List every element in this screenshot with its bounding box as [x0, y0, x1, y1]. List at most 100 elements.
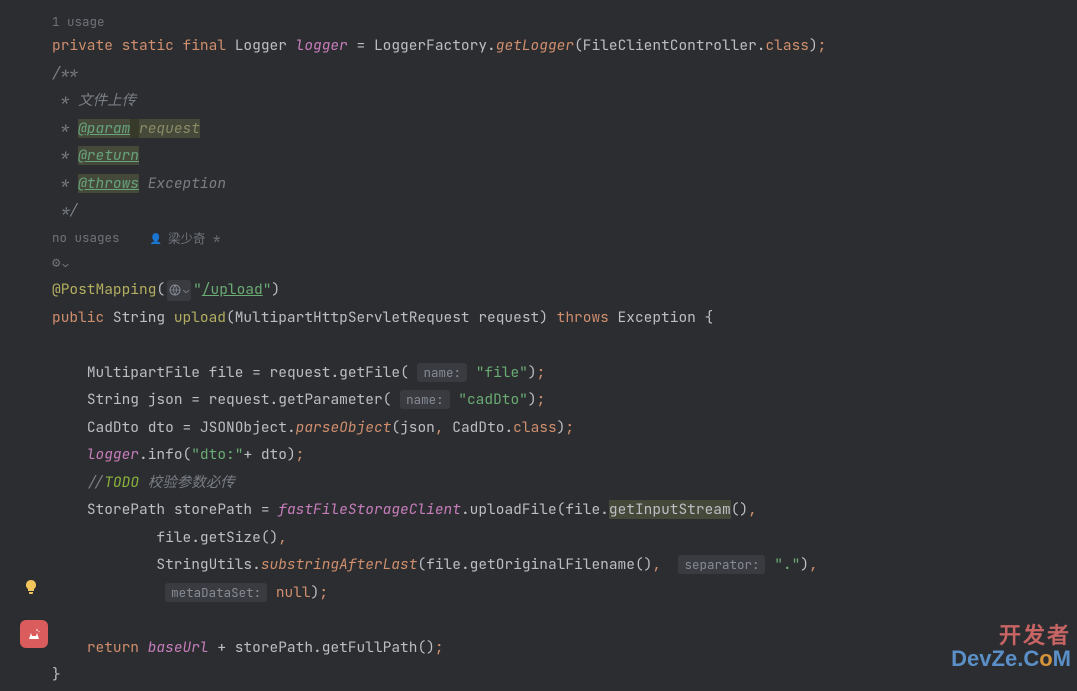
javadoc-line[interactable]: * @throws Exception — [20, 171, 1077, 199]
javadoc-tag-param: @param — [78, 119, 130, 138]
param-hint: name: — [417, 363, 467, 382]
arg: json — [400, 418, 435, 437]
method-getLogger: getLogger — [496, 36, 574, 55]
punct: , — [278, 528, 287, 547]
code-line[interactable]: return baseUrl + storePath.getFullPath()… — [20, 635, 1077, 663]
punct: ) — [539, 308, 548, 327]
punct: ( — [574, 36, 583, 55]
punct: . — [330, 363, 339, 382]
param-hint: name: — [400, 390, 450, 409]
string: "file" — [476, 363, 528, 382]
method-getInputStream: getInputStream — [609, 500, 731, 519]
code-line[interactable]: } — [20, 662, 1077, 690]
punct: () — [635, 555, 652, 574]
code-line[interactable]: StringUtils.substringAfterLast(file.getO… — [20, 552, 1077, 580]
arg: file — [565, 500, 600, 519]
punct: ) — [287, 445, 296, 464]
code-line[interactable]: StorePath storePath = fastFileStorageCli… — [20, 497, 1077, 525]
punct: ( — [156, 280, 165, 299]
static-method: substringAfterLast — [261, 555, 418, 574]
obj: request — [270, 363, 331, 382]
punct: , — [435, 418, 452, 437]
var: file — [209, 363, 244, 382]
param-hint: separator: — [678, 555, 765, 574]
author-hint[interactable]: 梁少奇 * — [150, 227, 221, 250]
punct: ; — [537, 390, 546, 409]
javadoc-tag-throws: @throws — [78, 174, 139, 193]
obj: JSONObject — [200, 418, 287, 437]
gutter-settings-row[interactable]: ⚙⌄ — [20, 250, 1077, 277]
javadoc-line[interactable]: * @param request — [20, 116, 1077, 144]
method-call: getFile — [339, 363, 400, 382]
punct: ) — [809, 36, 818, 55]
usage-hint[interactable]: no usages 梁少奇 * — [20, 226, 1077, 251]
string-path: /upload — [202, 280, 263, 299]
punct: ( — [226, 308, 235, 327]
static-method: parseObject — [296, 418, 392, 437]
comment-marker: // — [87, 473, 104, 492]
arg: file — [426, 555, 461, 574]
code-line[interactable]: //TODO 校验参数必传 — [20, 470, 1077, 498]
type: StorePath — [87, 500, 165, 519]
arg: file — [156, 528, 191, 547]
class-ref: FileClientController — [583, 36, 757, 55]
punct: () — [731, 500, 748, 519]
var: storePath — [235, 638, 313, 657]
space — [139, 174, 148, 193]
bulb-icon[interactable] — [23, 578, 39, 594]
code-line[interactable]: CadDto dto = JSONObject.parseObject(json… — [20, 415, 1077, 443]
annotation-postmapping: @PostMapping — [52, 280, 156, 299]
punct: . — [461, 500, 470, 519]
javadoc-open[interactable]: /** — [20, 61, 1077, 89]
method-call: info — [148, 445, 183, 464]
code-line[interactable]: private static final Logger logger = Log… — [20, 33, 1077, 61]
method-call: getFullPath — [322, 638, 418, 657]
javadoc-line[interactable]: * @return — [20, 143, 1077, 171]
param-name: request — [478, 308, 539, 327]
code-line[interactable]: metaDataSet: null); — [20, 580, 1077, 608]
code-line[interactable]: MultipartFile file = request.getFile( na… — [20, 360, 1077, 388]
punct: , — [748, 500, 757, 519]
code-line[interactable]: logger.info("dto:"+ dto); — [20, 442, 1077, 470]
globe-icon[interactable]: ⌄ — [167, 280, 191, 301]
usage-hint[interactable]: 1 usage — [20, 10, 1077, 33]
punct: . — [504, 418, 513, 437]
punct: ; — [435, 638, 444, 657]
keyword-return: return — [87, 638, 139, 657]
javadoc-exception: Exception — [148, 174, 226, 193]
method-call: getParameter — [278, 390, 382, 409]
code-editor[interactable]: 1 usage private static final Logger logg… — [0, 0, 1077, 690]
op: + — [243, 445, 260, 464]
method-call: getSize — [200, 528, 261, 547]
punct: ) — [528, 390, 537, 409]
obj: StringUtils — [156, 555, 252, 574]
punct: . — [139, 445, 148, 464]
punct: ; — [319, 583, 328, 602]
blank-line[interactable] — [20, 332, 1077, 360]
punct: ; — [537, 363, 546, 382]
punct: ) — [800, 555, 809, 574]
code-line[interactable]: file.getSize(), — [20, 525, 1077, 553]
punct: { — [696, 308, 713, 327]
punct: () — [417, 638, 434, 657]
code-line[interactable]: public String upload(MultipartHttpServle… — [20, 305, 1077, 333]
string: "." — [774, 555, 800, 574]
punct: ( — [417, 555, 426, 574]
gear-icon[interactable]: ⚙⌄ — [20, 251, 68, 277]
javadoc-line[interactable]: * 文件上传 — [20, 88, 1077, 116]
blank-line[interactable] — [20, 607, 1077, 635]
keyword-public: public — [52, 308, 104, 327]
field-logger: logger — [296, 36, 348, 55]
ai-assist-icon[interactable] — [20, 620, 48, 648]
punct: . — [487, 36, 496, 55]
method-call: getOriginalFilename — [470, 555, 635, 574]
var: storePath — [174, 500, 252, 519]
punct: . — [191, 528, 200, 547]
string: "dto:" — [191, 445, 243, 464]
javadoc-tag-return: @return — [78, 146, 139, 165]
code-line[interactable]: @PostMapping(⌄"/upload") — [20, 277, 1077, 305]
javadoc-param-name: request — [139, 119, 200, 138]
javadoc-close[interactable]: */ — [20, 198, 1077, 226]
class-ref: LoggerFactory — [374, 36, 487, 55]
code-line[interactable]: String json = request.getParameter( name… — [20, 387, 1077, 415]
